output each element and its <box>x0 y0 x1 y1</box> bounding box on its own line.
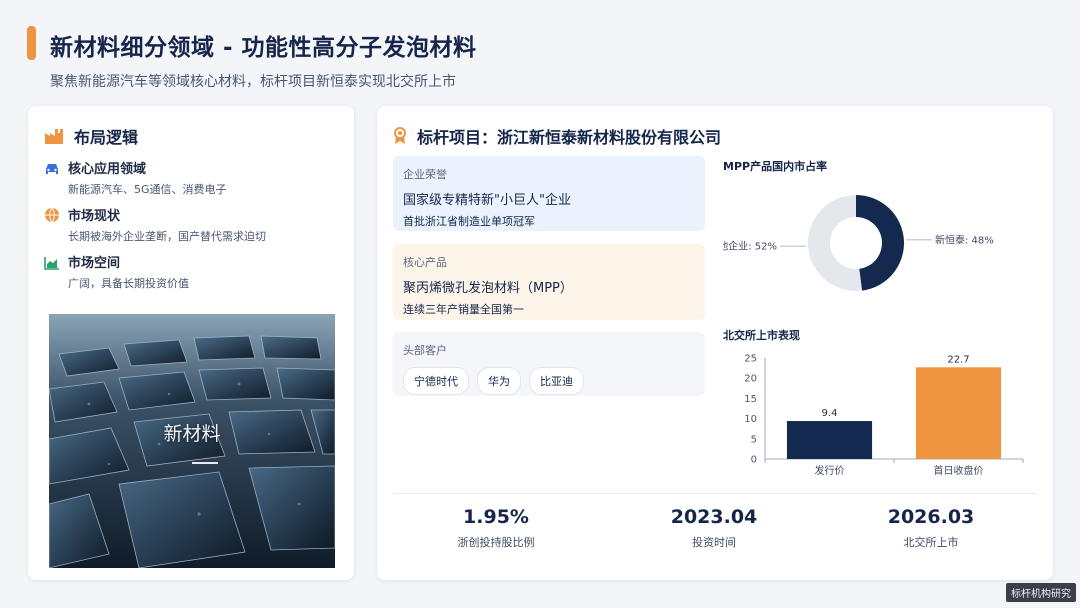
logic-item-market-status: 市场现状 长期被海外企业垄断，国产替代需求迫切 <box>44 205 266 244</box>
customer-chip: 华为 <box>477 367 521 395</box>
stat-shareholding: 1.95% 浙创投持股比例 <box>396 506 596 550</box>
title-accent-bar <box>27 26 36 60</box>
benchmark-header: 标杆项目：浙江新恒泰新材料股份有限公司 <box>393 124 721 148</box>
donut-slice-0 <box>856 195 905 291</box>
stat-value: 1.95% <box>463 506 529 528</box>
stat-investment-date: 2023.04 投资时间 <box>614 506 814 550</box>
customer-chip: 比亚迪 <box>529 367 584 395</box>
honors-box: 企业荣誉 国家级专精特新"小巨人"企业 首批浙江省制造业单项冠军 <box>393 156 705 231</box>
honors-key: 企业荣誉 <box>403 168 447 181</box>
area-chart-icon <box>44 255 60 270</box>
stat-caption: 浙创投持股比例 <box>457 536 535 549</box>
globe-icon <box>44 207 60 223</box>
pie-chart-title: MPP产品国内市占率 <box>723 160 828 173</box>
logic-desc: 新能源汽车、5G通信、消费电子 <box>68 183 227 196</box>
logic-label: 市场空间 <box>68 256 121 271</box>
x-tick-label: 首日收盘价 <box>934 464 984 477</box>
logic-item-market-space: 市场空间 广阔，具备长期投资价值 <box>44 252 189 291</box>
honors-value-2: 首批浙江省制造业单项冠军 <box>403 215 535 228</box>
bar-chart-title: 北交所上市表现 <box>723 329 800 342</box>
stat-value: 2023.04 <box>670 506 758 528</box>
product-value-1: 聚丙烯微孔发泡材料（MPP） <box>403 281 573 296</box>
y-tick-label: 20 <box>744 374 757 385</box>
logic-desc: 长期被海外企业垄断，国产替代需求迫切 <box>68 230 266 243</box>
donut-slice-1 <box>808 195 863 291</box>
donut-slice-label: 其他企业: 52% <box>723 240 777 253</box>
caption-underline <box>192 462 218 464</box>
stats-divider <box>393 493 1037 494</box>
bar-value-label: 22.7 <box>947 354 969 365</box>
market-share-donut-chart: 新恒泰: 48% 其他企业: 52% <box>723 195 994 291</box>
honors-value-1: 国家级专精特新"小巨人"企业 <box>403 193 571 208</box>
bar-value-label: 9.4 <box>822 408 838 419</box>
customers-key: 头部客户 <box>403 344 447 357</box>
layout-logic-header: 布局逻辑 <box>44 124 138 148</box>
logic-label: 市场现状 <box>68 209 121 224</box>
photo-caption: 新材料 <box>163 423 221 445</box>
page-subtitle: 聚焦新能源汽车等领域核心材料，标杆项目新恒泰实现北交所上市 <box>50 74 456 90</box>
logic-desc: 广阔，具备长期投资价值 <box>68 277 189 290</box>
y-tick-label: 15 <box>744 394 757 405</box>
bar-0 <box>786 421 873 459</box>
customers-box: 头部客户 宁德时代 华为 比亚迪 <box>393 332 705 396</box>
layout-logic-card: 布局逻辑 核心应用领域 新能源汽车、5G通信、消费电子 市场现状 长期被海外企业… <box>28 106 354 580</box>
stat-caption: 北交所上市 <box>903 536 959 549</box>
stat-caption: 投资时间 <box>692 536 736 549</box>
y-tick-label: 0 <box>751 455 757 466</box>
y-tick-label: 5 <box>751 434 757 445</box>
product-key: 核心产品 <box>403 256 447 269</box>
material-photo: 新材料 <box>49 314 335 568</box>
car-icon <box>44 161 60 175</box>
watermark: 标杆机构研究 <box>1006 583 1076 602</box>
stat-value: 2026.03 <box>887 506 975 528</box>
logic-label: 核心应用领域 <box>68 162 147 177</box>
layout-logic-title: 布局逻辑 <box>74 128 139 147</box>
y-tick-label: 10 <box>744 414 757 425</box>
page-title: 新材料细分领域 - 功能性高分子发泡材料 <box>50 35 477 61</box>
product-box: 核心产品 聚丙烯微孔发泡材料（MPP） 连续三年产销量全国第一 <box>393 244 705 320</box>
stat-listing-date: 2026.03 北交所上市 <box>831 506 1031 550</box>
listing-performance-bar-chart: 0 5 10 15 20 25 9.4 发行价 22.7 首日收盘价 <box>744 354 1024 477</box>
bar-1 <box>915 367 1002 459</box>
product-value-2: 连续三年产销量全国第一 <box>403 303 524 316</box>
benchmark-title: 标杆项目：浙江新恒泰新材料股份有限公司 <box>417 128 722 147</box>
benchmark-project-card: 标杆项目：浙江新恒泰新材料股份有限公司 企业荣誉 国家级专精特新"小巨人"企业 … <box>377 106 1053 580</box>
factory-icon <box>44 127 64 145</box>
customer-chips: 宁德时代 华为 比亚迪 <box>403 367 695 395</box>
x-tick-label: 发行价 <box>815 464 845 477</box>
y-tick-label: 25 <box>744 354 757 365</box>
logic-item-application: 核心应用领域 新能源汽车、5G通信、消费电子 <box>44 158 227 197</box>
donut-slice-label: 新恒泰: 48% <box>935 233 994 246</box>
customer-chip: 宁德时代 <box>403 367 469 395</box>
award-icon <box>393 127 407 145</box>
